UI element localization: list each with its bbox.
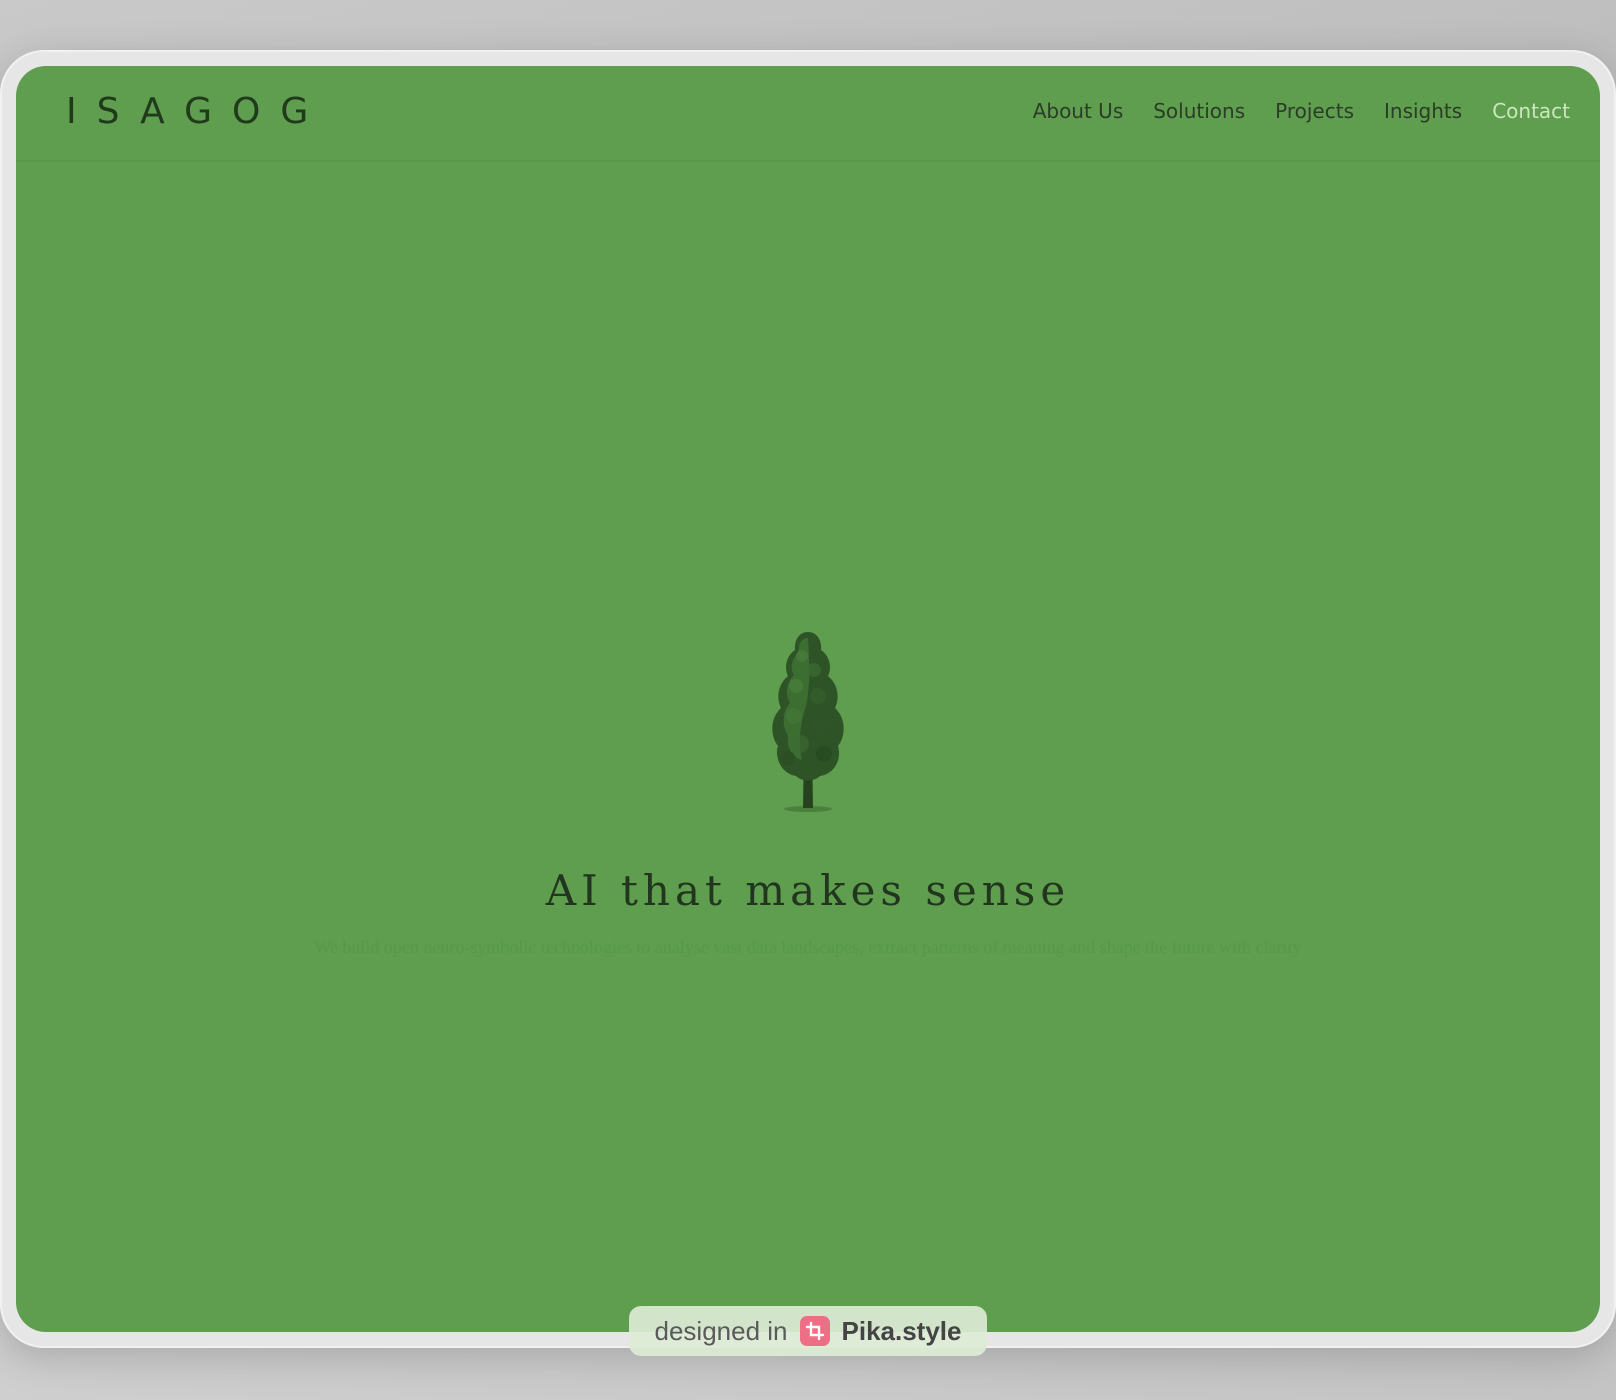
hero-subtext: We build open neuro-symbolic technologie… xyxy=(314,937,1302,957)
site-header: ISAGOG About Us Solutions Projects Insig… xyxy=(16,66,1600,161)
pika-watermark-badge[interactable]: designed in Pika.style xyxy=(629,1306,987,1356)
nav-link-solutions[interactable]: Solutions xyxy=(1153,96,1245,126)
watermark-prefix: designed in xyxy=(654,1315,788,1346)
nav-link-projects[interactable]: Projects xyxy=(1275,96,1354,126)
nav-link-about-us[interactable]: About Us xyxy=(1033,96,1124,126)
watermark-brand: Pika.style xyxy=(841,1315,962,1346)
nav-link-insights[interactable]: Insights xyxy=(1384,96,1462,126)
device-frame: ISAGOG About Us Solutions Projects Insig… xyxy=(0,50,1616,1348)
hero-headline: AI that makes sense xyxy=(545,866,1071,915)
pika-crop-icon xyxy=(799,1316,830,1346)
main-navigation: About Us Solutions Projects Insights Con… xyxy=(1033,96,1570,126)
hero-section: AI that makes sense We build open neuro-… xyxy=(16,626,1600,978)
website-viewport: ISAGOG About Us Solutions Projects Insig… xyxy=(16,66,1600,1332)
nav-link-contact[interactable]: Contact xyxy=(1492,96,1570,126)
tree-icon xyxy=(772,632,844,812)
site-logo[interactable]: ISAGOG xyxy=(66,92,328,132)
